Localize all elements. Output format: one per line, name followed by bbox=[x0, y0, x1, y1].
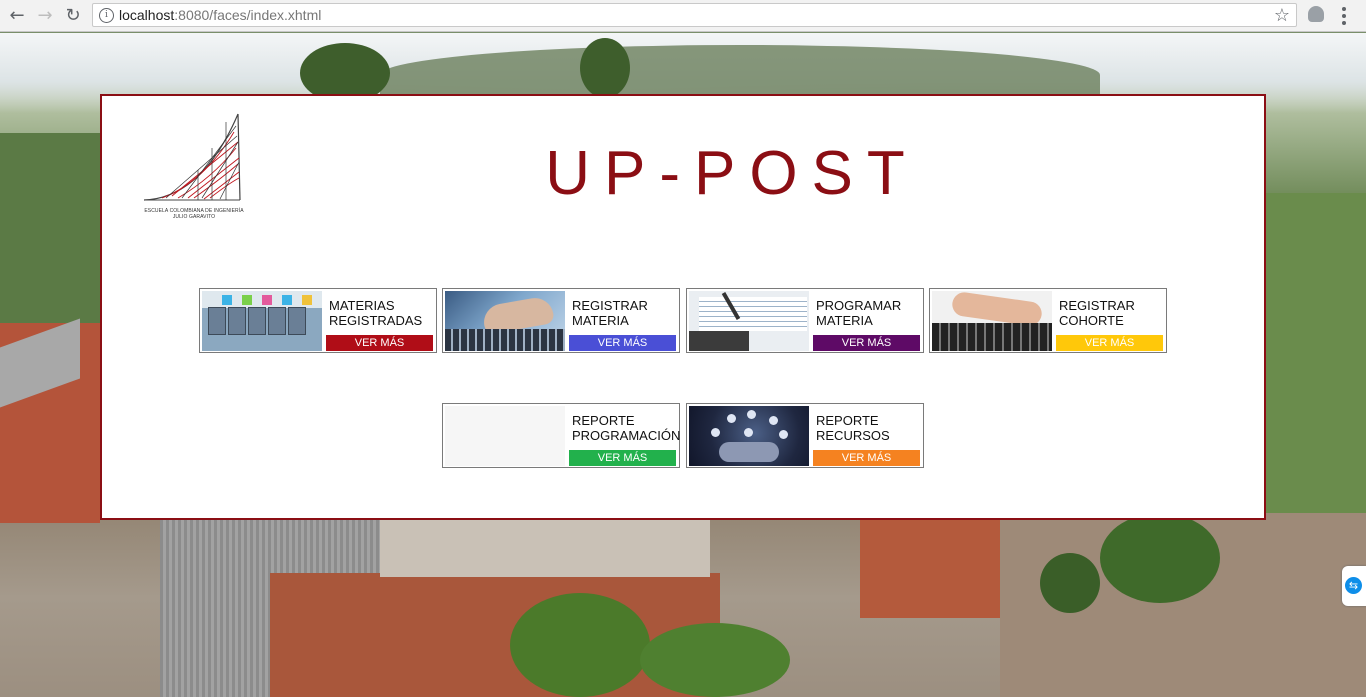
logo-caption: ESCUELA COLOMBIANA DE INGENIERÍA JULIO G… bbox=[142, 208, 246, 220]
logo-graphic-icon bbox=[143, 113, 241, 201]
back-icon[interactable]: ← bbox=[6, 5, 28, 27]
card-label: MATERIAS REGISTRADAS bbox=[329, 298, 423, 328]
card-registrar-cohorte: REGISTRAR COHORTE VER MÁS bbox=[929, 288, 1167, 353]
card-label: REGISTRAR COHORTE bbox=[1059, 298, 1135, 328]
writing-image bbox=[689, 291, 809, 351]
card-label: PROGRAMAR MATERIA bbox=[816, 298, 902, 328]
info-icon[interactable]: i bbox=[99, 8, 114, 23]
url-text[interactable]: localhost:8080/faces/index.xhtml bbox=[119, 7, 321, 23]
url-host: localhost bbox=[119, 7, 175, 23]
ver-mas-button[interactable]: VER MÁS bbox=[1056, 335, 1163, 351]
typing-image bbox=[932, 291, 1052, 351]
card-label: REGISTRAR MATERIA bbox=[572, 298, 648, 328]
url-path: :8080/faces/index.xhtml bbox=[174, 7, 322, 23]
logo-line-2: JULIO GARAVITO bbox=[172, 214, 216, 220]
ver-mas-button[interactable]: VER MÁS bbox=[813, 450, 920, 466]
card-label: REPORTE RECURSOS bbox=[816, 413, 890, 443]
reload-icon[interactable]: ↻ bbox=[62, 5, 84, 27]
address-bar[interactable]: i localhost:8080/faces/index.xhtml ☆ bbox=[92, 3, 1297, 27]
main-panel: ESCUELA COLOMBIANA DE INGENIERÍA JULIO G… bbox=[100, 94, 1266, 520]
ver-mas-button[interactable]: VER MÁS bbox=[569, 335, 676, 351]
card-programar-materia: PROGRAMAR MATERIA VER MÁS bbox=[686, 288, 924, 353]
servers-image bbox=[202, 291, 322, 351]
card-reporte-programacion: REPORTE PROGRAMACIÓN VER MÁS bbox=[442, 403, 680, 468]
teamviewer-icon: ⇆ bbox=[1345, 577, 1362, 594]
browser-toolbar: ← → ↻ i localhost:8080/faces/index.xhtml… bbox=[0, 0, 1366, 32]
network-image bbox=[689, 406, 809, 466]
ver-mas-button[interactable]: VER MÁS bbox=[569, 450, 676, 466]
laptop-hand-image bbox=[445, 291, 565, 351]
browser-menu-icon[interactable] bbox=[1342, 7, 1346, 25]
card-reporte-recursos: REPORTE RECURSOS VER MÁS bbox=[686, 403, 924, 468]
forward-icon[interactable]: → bbox=[34, 5, 56, 27]
page-title: UP-POST bbox=[545, 139, 919, 208]
bookmark-star-icon[interactable]: ☆ bbox=[1274, 5, 1290, 26]
teamviewer-tab[interactable]: ⇆ bbox=[1342, 566, 1366, 606]
school-logo: ESCUELA COLOMBIANA DE INGENIERÍA JULIO G… bbox=[142, 112, 246, 224]
ver-mas-button[interactable]: VER MÁS bbox=[326, 335, 433, 351]
calendar-image bbox=[445, 406, 565, 466]
ver-mas-button[interactable]: VER MÁS bbox=[813, 335, 920, 351]
extension-icon[interactable] bbox=[1308, 6, 1324, 22]
card-label: REPORTE PROGRAMACIÓN bbox=[572, 413, 681, 443]
card-registrar-materia: REGISTRAR MATERIA VER MÁS bbox=[442, 288, 680, 353]
card-materias-registradas: MATERIAS REGISTRADAS VER MÁS bbox=[199, 288, 437, 353]
